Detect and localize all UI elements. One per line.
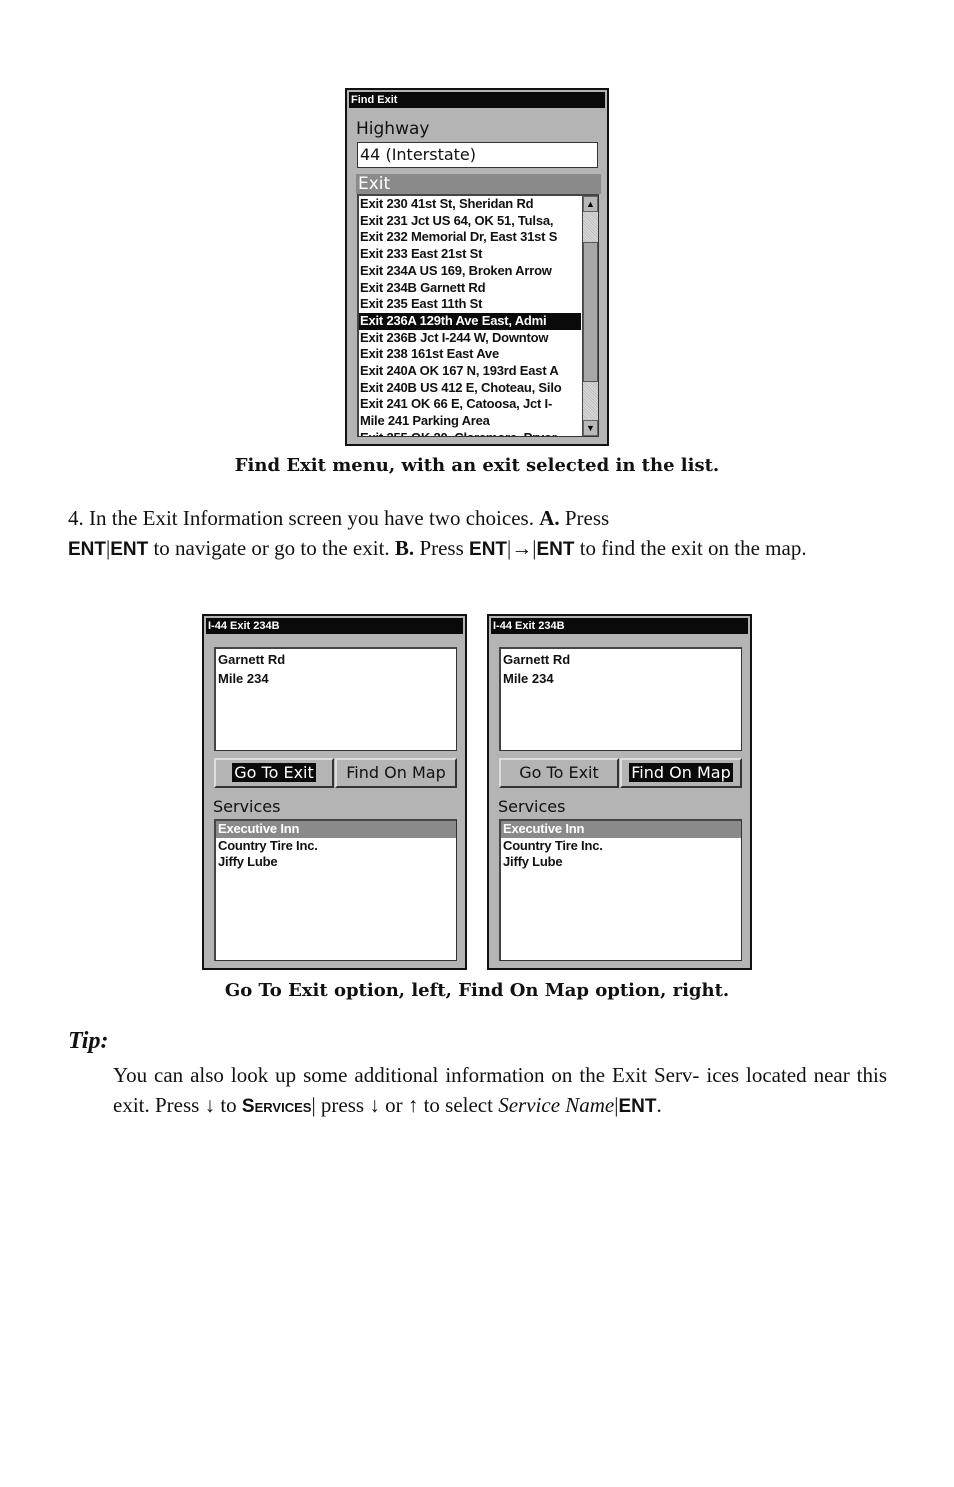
exit-list-item[interactable]: Exit 236B Jct I-244 W, Downtow [359,330,581,347]
service-list-item[interactable]: Jiffy Lube [216,854,456,871]
up-arrow-icon: ↑ [407,1093,419,1117]
scroll-track-lower[interactable] [583,382,598,420]
figure-caption-find-exit: Find Exit menu, with an exit selected in… [234,455,720,476]
exit-info-box: Garnett Rd Mile 234 [499,647,742,751]
down-arrow-icon: ↓ [204,1093,216,1117]
go-to-exit-button[interactable]: Go To Exit [499,758,619,788]
scroll-track[interactable] [583,212,598,242]
tip-paragraph: You can also look up some additional inf… [113,1063,887,1117]
exit-list-item[interactable]: Exit 241 OK 66 E, Catoosa, Jct I- [359,396,581,413]
exit-list-item[interactable]: Mile 241 Parking Area [359,413,581,430]
key-ent: ENT [618,1096,657,1117]
down-arrow-icon: ↓ [369,1093,380,1117]
right-arrow-icon: → [511,536,533,560]
service-list-item[interactable]: Executive Inn [501,821,741,838]
scroll-thumb[interactable] [583,242,598,382]
scroll-down-button[interactable]: ▼ [583,420,598,436]
scroll-up-button[interactable]: ▲ [583,196,598,212]
key-ent: ENT [68,539,106,560]
service-list-item[interactable]: Jiffy Lube [501,854,741,871]
up-arrow-icon: ▲ [586,199,595,209]
exit-list-item[interactable]: Exit 232 Memorial Dr, East 31st S [359,229,581,246]
highway-field[interactable]: 44 (Interstate) [357,142,598,168]
exit-list-item[interactable]: Exit 234B Garnett Rd [359,280,581,297]
key-ent: ENT [469,539,508,560]
exit-list-item[interactable]: Exit 235 East 11th St [359,296,581,313]
service-list-item[interactable]: Country Tire Inc. [216,838,456,855]
exit-info-screen: I-44 Exit 234B Garnett Rd Mile 234 Go To … [487,614,752,970]
figure-caption-exit-info: Go To Exit option, left, Find On Map opt… [224,980,730,1001]
find-on-map-button[interactable]: Find On Map [335,758,457,788]
find-exit-title: Find Exit [349,92,605,108]
key-ent: ENT [110,539,149,560]
exit-info-screen: I-44 Exit 234B Garnett Rd Mile 234 Go To … [202,614,467,970]
services-label: Services [213,797,281,816]
key-ent: ENT [536,539,575,560]
find-exit-screen: Find Exit Highway 44 (Interstate) Exit E… [345,88,609,446]
exit-list-item[interactable]: Exit 231 Jct US 64, OK 51, Tulsa, [359,213,581,230]
exit-list-item[interactable]: Exit 233 East 21st St [359,246,581,263]
services-list[interactable]: Executive Inn Country Tire Inc. Jiffy Lube [214,819,457,961]
services-list[interactable]: Executive Inn Country Tire Inc. Jiffy Lube [499,819,742,961]
exit-info-title: I-44 Exit 234B [491,618,748,634]
exit-label: Exit [356,174,601,194]
service-name: Service Name [498,1093,615,1117]
exit-list[interactable]: Exit 230 41st St, Sheridan Rd Exit 231 Jc… [357,194,599,437]
down-arrow-icon: ▼ [586,423,595,433]
services-label: Services [498,797,566,816]
exit-list-item[interactable]: Exit 240B US 412 E, Choteau, Silo [359,380,581,397]
go-to-exit-button[interactable]: Go To Exit [214,758,334,788]
exit-list-item[interactable]: Exit 238 161st East Ave [359,346,581,363]
exit-list-item[interactable]: Exit 255 OK 20, Claremore, Pryor [359,430,581,436]
exit-info-line: Garnett Rd [503,652,571,667]
exit-info-line: Mile 234 [503,671,554,686]
exit-list-item[interactable]: Exit 230 41st St, Sheridan Rd [359,196,581,213]
service-list-item[interactable]: Executive Inn [216,821,456,838]
exit-list-item[interactable]: Exit 236A 129th Ave East, Admi [359,312,581,330]
exit-info-box: Garnett Rd Mile 234 [214,647,457,751]
scrollbar[interactable]: ▲ ▼ [582,196,598,436]
exit-list-item[interactable]: Exit 234A US 169, Broken Arrow [359,263,581,280]
find-on-map-button[interactable]: Find On Map [620,758,742,788]
key-services: Services [241,1096,312,1117]
exit-info-title: I-44 Exit 234B [206,618,463,634]
step-4-paragraph: 4. In the Exit Information screen you ha… [68,506,807,560]
highway-label: Highway [356,119,430,139]
service-list-item[interactable]: Country Tire Inc. [501,838,741,855]
exit-info-line: Mile 234 [218,671,269,686]
exit-info-line: Garnett Rd [218,652,286,667]
exit-list-item[interactable]: Exit 240A OK 167 N, 193rd East A [359,363,581,380]
tip-heading: Tip: [68,1028,109,1054]
